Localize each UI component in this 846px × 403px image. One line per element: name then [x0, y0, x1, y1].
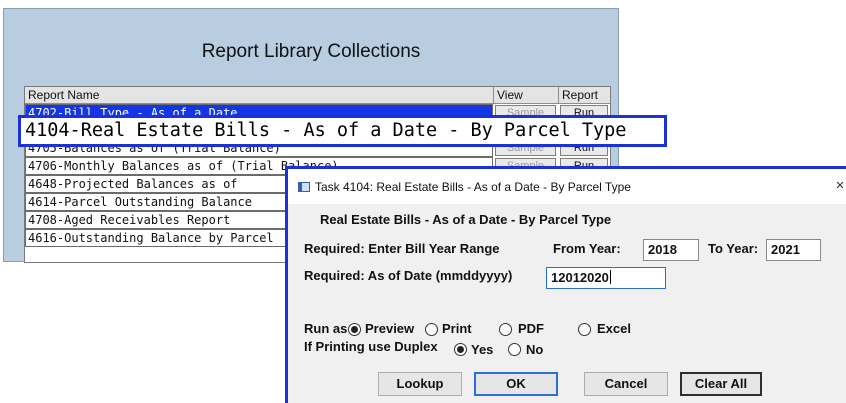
lookup-button[interactable]: Lookup: [378, 372, 462, 396]
as-of-date-label: Required: As of Date (mmddyyyy): [304, 268, 513, 283]
column-divider: [493, 87, 494, 104]
report-name-callout: 4104-Real Estate Bills - As of a Date - …: [18, 115, 667, 147]
column-header-view: View: [497, 88, 523, 102]
as-of-date-value: 12012020: [551, 270, 609, 285]
radio-excel[interactable]: [578, 323, 591, 336]
text-caret: [609, 270, 611, 284]
radio-preview-label: Preview: [365, 321, 415, 336]
ok-button[interactable]: OK: [474, 372, 558, 396]
report-library-title: Report Library Collections: [201, 41, 421, 62]
to-year-label: To Year:: [708, 241, 759, 256]
clear-all-button[interactable]: Clear All: [680, 372, 762, 396]
close-icon[interactable]: ×: [832, 177, 846, 194]
radio-duplex-no[interactable]: [508, 343, 521, 356]
radio-preview[interactable]: [348, 323, 361, 336]
dialog-body: Real Estate Bills - As of a Date - By Pa…: [288, 204, 846, 403]
to-year-input[interactable]: 2021: [766, 239, 821, 261]
dialog-titlebar: Task 4104: Real Estate Bills - As of a D…: [288, 169, 846, 204]
window-app-icon: [298, 182, 310, 192]
from-year-input[interactable]: 2018: [643, 239, 699, 261]
radio-duplex-no-label: No: [526, 342, 544, 357]
run-as-label: Run as: [304, 321, 348, 336]
task-dialog: Task 4104: Real Estate Bills - As of a D…: [285, 166, 846, 403]
from-year-label: From Year:: [553, 241, 621, 256]
column-divider: [558, 87, 559, 104]
duplex-label: If Printing use Duplex: [304, 339, 438, 354]
radio-excel-label: Excel: [597, 321, 631, 336]
radio-pdf[interactable]: [499, 323, 512, 336]
as-of-date-input[interactable]: 12012020: [546, 267, 666, 289]
dialog-window-title: Task 4104: Real Estate Bills - As of a D…: [315, 180, 631, 194]
radio-duplex-yes[interactable]: [454, 343, 467, 356]
radio-pdf-label: PDF: [518, 321, 544, 336]
radio-print[interactable]: [425, 323, 438, 336]
dialog-heading: Real Estate Bills - As of a Date - By Pa…: [320, 212, 612, 227]
column-header-report: Report: [562, 88, 599, 102]
column-header-report-name: Report Name: [28, 88, 100, 102]
table-header: Report Name View Report: [25, 87, 610, 104]
cancel-button[interactable]: Cancel: [584, 372, 668, 396]
radio-duplex-yes-label: Yes: [471, 342, 494, 357]
year-range-label: Required: Enter Bill Year Range: [304, 241, 500, 256]
radio-print-label: Print: [442, 321, 472, 336]
